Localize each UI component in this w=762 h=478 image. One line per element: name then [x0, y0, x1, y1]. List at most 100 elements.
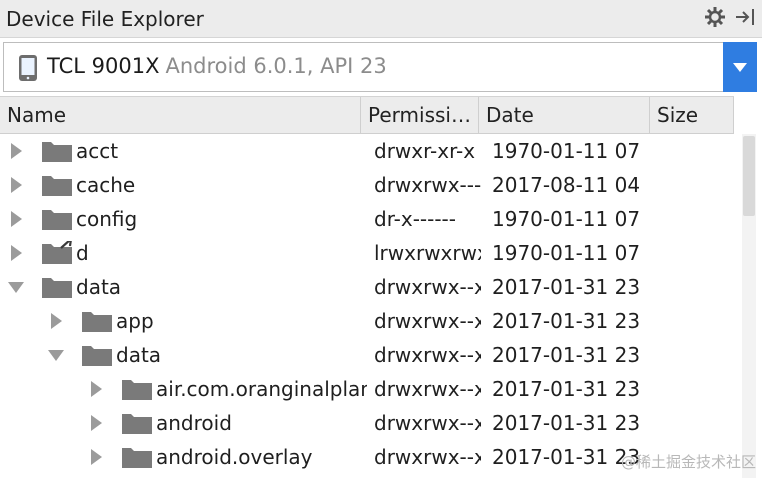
name-cell-content: android.overlay — [87, 440, 313, 474]
table-row[interactable]: data drwxrwx--x 2017-01-31 23 — [0, 338, 740, 372]
name-cell-content: android — [87, 406, 232, 440]
file-name: d — [76, 241, 89, 265]
device-selector[interactable]: TCL 9001X Android 6.0.1, API 23 — [3, 42, 757, 92]
name-cell: data — [0, 270, 367, 304]
watermark: @稀土掘金技术社区 — [620, 453, 756, 471]
folder-icon — [81, 343, 113, 367]
permissions-cell: lrwxrwxrwx — [374, 241, 481, 265]
table-row[interactable]: app drwxrwx--x 2017-01-31 23 — [0, 304, 740, 338]
panel-title: Device File Explorer — [6, 7, 204, 31]
date-cell: 2017-01-31 23 — [492, 411, 641, 435]
folder-icon — [41, 173, 73, 197]
expand-arrow-right-icon[interactable] — [87, 448, 105, 466]
name-cell: d — [0, 236, 367, 270]
expand-arrow-right-icon[interactable] — [47, 312, 65, 330]
device-name: TCL 9001X — [47, 54, 160, 78]
column-header-size[interactable]: Size — [650, 97, 734, 133]
table-header: Name Permissi… Date Size — [0, 96, 734, 134]
folder-icon — [121, 411, 153, 435]
date-cell: 2017-01-31 23 — [492, 275, 641, 299]
date-cell: 2017-01-31 23 — [492, 377, 641, 401]
name-cell-content: data — [47, 338, 161, 372]
table-row[interactable]: config dr-x------ 1970-01-11 07 — [0, 202, 740, 236]
permissions-cell: drwxrwx--x — [374, 377, 481, 401]
date-cell: 2017-01-31 23 — [492, 309, 641, 333]
expand-arrow-right-icon[interactable] — [87, 414, 105, 432]
name-cell: data — [0, 338, 367, 372]
expand-arrow-right-icon[interactable] — [7, 244, 25, 262]
expand-arrow-right-icon[interactable] — [7, 176, 25, 194]
vertical-scrollbar[interactable] — [742, 134, 756, 478]
permissions-cell: drwxrwx--x — [374, 309, 481, 333]
file-name: config — [76, 207, 138, 231]
name-cell-content: app — [47, 304, 154, 338]
table-body: acct drwxr-xr-x 1970-01-11 07 cache drwxrwx-… — [0, 134, 740, 478]
device-label: TCL 9001X Android 6.0.1, API 23 — [47, 54, 387, 78]
table-row[interactable]: acct drwxr-xr-x 1970-01-11 07 — [0, 134, 740, 168]
folder-icon — [121, 445, 153, 469]
expand-arrow-down-icon[interactable] — [7, 278, 25, 296]
column-header-date[interactable]: Date — [479, 97, 650, 133]
file-name: acct — [76, 139, 119, 163]
date-cell: 1970-01-11 07 — [492, 241, 641, 265]
date-cell: 2017-08-11 04 — [492, 173, 641, 197]
name-cell: config — [0, 202, 367, 236]
expand-arrow-right-icon[interactable] — [7, 142, 25, 160]
folder-icon — [41, 275, 73, 299]
name-cell: app — [0, 304, 367, 338]
device-dropdown-button[interactable] — [723, 42, 757, 92]
expand-arrow-right-icon[interactable] — [87, 380, 105, 398]
name-cell-content: acct — [7, 134, 118, 168]
name-cell: cache — [0, 168, 367, 202]
name-cell: android — [0, 406, 367, 440]
file-name: android.overlay — [156, 445, 313, 469]
table-row[interactable]: d lrwxrwxrwx 1970-01-11 07 — [0, 236, 740, 270]
permissions-cell: dr-x------ — [374, 207, 456, 231]
phone-icon — [19, 55, 37, 81]
permissions-cell: drwxrwx--- — [374, 173, 481, 197]
permissions-cell: drwxrwx--x — [374, 445, 481, 469]
file-name: android — [156, 411, 232, 435]
name-cell-content: air.com.oranginalplan — [87, 372, 367, 406]
date-cell: 2017-01-31 23 — [492, 343, 641, 367]
date-cell: 1970-01-11 07 — [492, 207, 641, 231]
permissions-cell: drwxrwx--x — [374, 343, 481, 367]
name-cell: android.overlay — [0, 440, 367, 474]
tool-window-header: Device File Explorer — [0, 0, 762, 38]
file-name: app — [116, 309, 154, 333]
table-row[interactable]: android drwxrwx--x 2017-01-31 23 — [0, 406, 740, 440]
folder-icon — [81, 309, 113, 333]
folder-link-icon — [41, 237, 73, 265]
header-actions — [704, 6, 756, 28]
file-name: data — [116, 343, 162, 367]
column-header-name[interactable]: Name — [0, 97, 361, 133]
permissions-cell: drwxr-xr-x — [374, 139, 476, 163]
expand-arrow-down-icon[interactable] — [47, 346, 65, 364]
file-name: cache — [76, 173, 136, 197]
settings-gear-icon[interactable] — [704, 6, 726, 28]
column-header-permissions[interactable]: Permissi… — [361, 97, 479, 133]
hide-panel-icon[interactable] — [734, 6, 756, 28]
permissions-cell: drwxrwx--x — [374, 411, 481, 435]
folder-icon — [41, 139, 73, 163]
name-cell-content: data — [7, 270, 121, 304]
name-cell-content: d — [7, 236, 89, 270]
table-row[interactable]: air.com.oranginalplan drwxrwx--x 2017-01-3… — [0, 372, 740, 406]
folder-icon — [41, 207, 73, 231]
name-cell: acct — [0, 134, 367, 168]
name-cell: air.com.oranginalplan — [0, 372, 367, 406]
name-cell-content: config — [7, 202, 137, 236]
table-row[interactable]: cache drwxrwx--- 2017-08-11 04 — [0, 168, 740, 202]
scrollbar-thumb[interactable] — [743, 136, 755, 216]
file-tree-table: Name Permissi… Date Size acct drwxr-xr-x 1… — [0, 96, 762, 478]
file-name: data — [76, 275, 122, 299]
folder-icon — [121, 377, 153, 401]
chevron-down-icon — [733, 63, 747, 72]
date-cell: 1970-01-11 07 — [492, 139, 641, 163]
permissions-cell: drwxrwx--x — [374, 275, 481, 299]
file-name: air.com.oranginalplan — [156, 377, 367, 401]
name-cell-content: cache — [7, 168, 135, 202]
device-info: Android 6.0.1, API 23 — [165, 54, 387, 78]
expand-arrow-right-icon[interactable] — [7, 210, 25, 228]
table-row[interactable]: data drwxrwx--x 2017-01-31 23 — [0, 270, 740, 304]
